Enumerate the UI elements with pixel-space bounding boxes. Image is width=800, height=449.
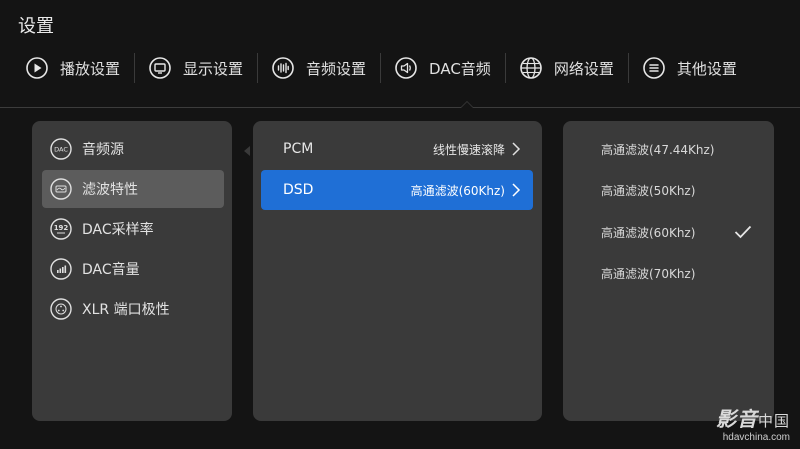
tab-label: 其他设置 xyxy=(676,59,737,78)
tab-display-settings[interactable]: 显示设置 xyxy=(135,48,257,88)
menu-circle-icon xyxy=(643,57,665,79)
watermark-site: hdavchina.com xyxy=(722,432,790,443)
filter-option-label: 高通滤波(47.44Khz) xyxy=(601,142,715,157)
speaker-icon xyxy=(395,57,417,79)
tab-underline xyxy=(0,107,800,108)
watermark-logo-text: 影音 xyxy=(715,407,758,431)
monitor-icon xyxy=(149,57,171,79)
watermark: 影音中国 hdavchina.com xyxy=(716,403,790,443)
format-value: 线性慢速滚降 xyxy=(433,141,521,158)
tab-other-settings[interactable]: 其他设置 xyxy=(629,48,751,88)
menu-item-label: DAC采样率 xyxy=(82,222,154,238)
format-panel: PCM 线性慢速滚降 DSD 高通滤波(60Khz) xyxy=(253,121,542,421)
menu-item-filter-characteristics[interactable]: 滤波特性 xyxy=(42,170,224,208)
watermark-logo: 影音中国 xyxy=(716,403,790,432)
checkmark-icon xyxy=(734,225,752,239)
menu-item-label: XLR 端口极性 xyxy=(82,302,170,318)
panel-pointer xyxy=(244,146,250,156)
tab-dac-audio[interactable]: DAC音频 xyxy=(381,48,505,88)
menu-item-label: 音频源 xyxy=(82,142,124,158)
tab-playback-settings[interactable]: 播放设置 xyxy=(0,48,134,88)
volume-level-icon xyxy=(50,258,72,280)
audio-wave-icon xyxy=(272,57,294,79)
format-value-text: 线性慢速滚降 xyxy=(432,142,505,157)
filter-option-selected[interactable]: 高通滤波(60Khz) xyxy=(563,214,774,250)
menu-item-dac-sample-rate[interactable]: 192 DAC采样率 xyxy=(42,210,224,248)
active-tab-indicator xyxy=(460,101,474,108)
format-value: 高通滤波(60Khz) xyxy=(411,182,521,199)
filter-option-label: 高通滤波(70Khz) xyxy=(601,266,696,281)
chevron-right-icon xyxy=(512,142,521,156)
tab-label: DAC音频 xyxy=(429,59,491,78)
filter-option[interactable]: 高通滤波(50Khz) xyxy=(563,172,774,208)
dac-badge-text: DAC xyxy=(54,146,68,154)
menu-item-label: 滤波特性 xyxy=(82,182,138,198)
sample-rate-icon: 192 xyxy=(50,218,72,240)
format-label: DSD xyxy=(283,182,314,198)
tab-label: 网络设置 xyxy=(553,59,614,78)
format-label: PCM xyxy=(283,141,314,157)
tab-label: 播放设置 xyxy=(60,59,121,78)
watermark-suffix: 中国 xyxy=(757,412,790,430)
menu-item-audio-source[interactable]: DAC 音频源 xyxy=(42,130,224,168)
tab-audio-settings[interactable]: 音频设置 xyxy=(258,48,380,88)
filter-option[interactable]: 高通滤波(70Khz) xyxy=(563,255,774,291)
filter-icon xyxy=(50,178,72,200)
dac-badge-icon: DAC xyxy=(50,138,72,160)
format-value-text: 高通滤波(60Khz) xyxy=(410,183,505,198)
menu-item-xlr-polarity[interactable]: XLR 端口极性 xyxy=(42,290,224,328)
tab-network-settings[interactable]: 网络设置 xyxy=(506,48,628,88)
format-row-dsd[interactable]: DSD 高通滤波(60Khz) xyxy=(261,170,533,210)
category-panel: DAC 音频源 滤波特性 192 DAC采样率 DAC音量 XLR 端口极性 xyxy=(32,121,232,421)
xlr-connector-icon xyxy=(50,298,72,320)
filter-options-panel: 高通滤波(47.44Khz) 高通滤波(50Khz) 高通滤波(60Khz) 高… xyxy=(563,121,774,421)
tab-bar: 播放设置 显示设置 音频设置 DAC音频 网络设置 其他设置 xyxy=(0,48,800,88)
sample-rate-text: 192 xyxy=(54,224,69,232)
play-circle-icon xyxy=(26,57,48,79)
menu-item-dac-volume[interactable]: DAC音量 xyxy=(42,250,224,288)
filter-option-label: 高通滤波(50Khz) xyxy=(601,183,696,198)
filter-option-label: 高通滤波(60Khz) xyxy=(601,225,696,240)
tab-label: 音频设置 xyxy=(306,59,367,78)
filter-option[interactable]: 高通滤波(47.44Khz) xyxy=(563,131,774,167)
chevron-right-icon xyxy=(512,183,521,197)
page-title: 设置 xyxy=(18,16,54,37)
menu-item-label: DAC音量 xyxy=(82,262,140,278)
format-row-pcm[interactable]: PCM 线性慢速滚降 xyxy=(261,129,533,169)
tab-label: 显示设置 xyxy=(183,59,244,78)
globe-icon xyxy=(520,57,542,79)
